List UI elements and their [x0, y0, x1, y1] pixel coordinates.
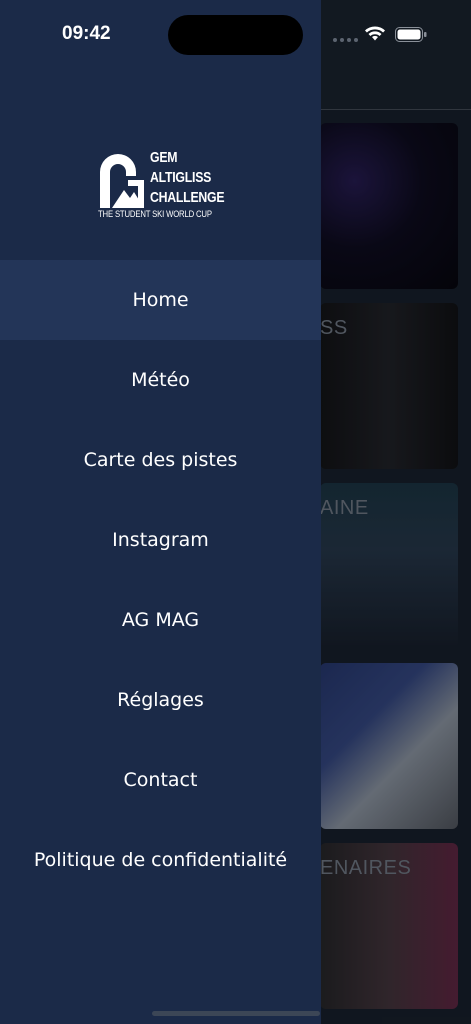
battery-icon: [395, 27, 427, 42]
logo-mark-icon: [100, 154, 144, 208]
menu-item-contact[interactable]: Contact: [0, 740, 321, 820]
drawer-menu: Home Météo Carte des pistes Instagram AG…: [0, 260, 321, 900]
menu-item-ag-mag[interactable]: AG MAG: [0, 580, 321, 660]
menu-item-reglages[interactable]: Réglages: [0, 660, 321, 740]
logo-text: ALTIGLISS: [150, 169, 212, 186]
logo-text: CHALLENGE: [150, 189, 225, 206]
dynamic-island: [168, 15, 303, 55]
logo-text: GEM: [150, 149, 178, 166]
home-indicator[interactable]: [152, 1011, 320, 1016]
menu-item-carte-des-pistes[interactable]: Carte des pistes: [0, 420, 321, 500]
wifi-icon: [365, 26, 385, 41]
menu-item-home[interactable]: Home: [0, 260, 321, 340]
logo-tagline: THE STUDENT SKI WORLD CUP: [98, 209, 212, 219]
app-logo: GEM ALTIGLISS CHALLENGE THE STUDENT SKI …: [98, 148, 228, 224]
menu-item-privacy-policy[interactable]: Politique de confidentialité: [0, 820, 321, 900]
side-drawer: 09:42 GEM ALTIGLISS CHALLENGE THE STUDEN…: [0, 0, 321, 1024]
drawer-scrim[interactable]: [320, 0, 471, 1024]
cellular-signal-icon: [333, 38, 358, 42]
status-time: 09:42: [62, 23, 111, 44]
menu-item-meteo[interactable]: Météo: [0, 340, 321, 420]
menu-item-instagram[interactable]: Instagram: [0, 500, 321, 580]
